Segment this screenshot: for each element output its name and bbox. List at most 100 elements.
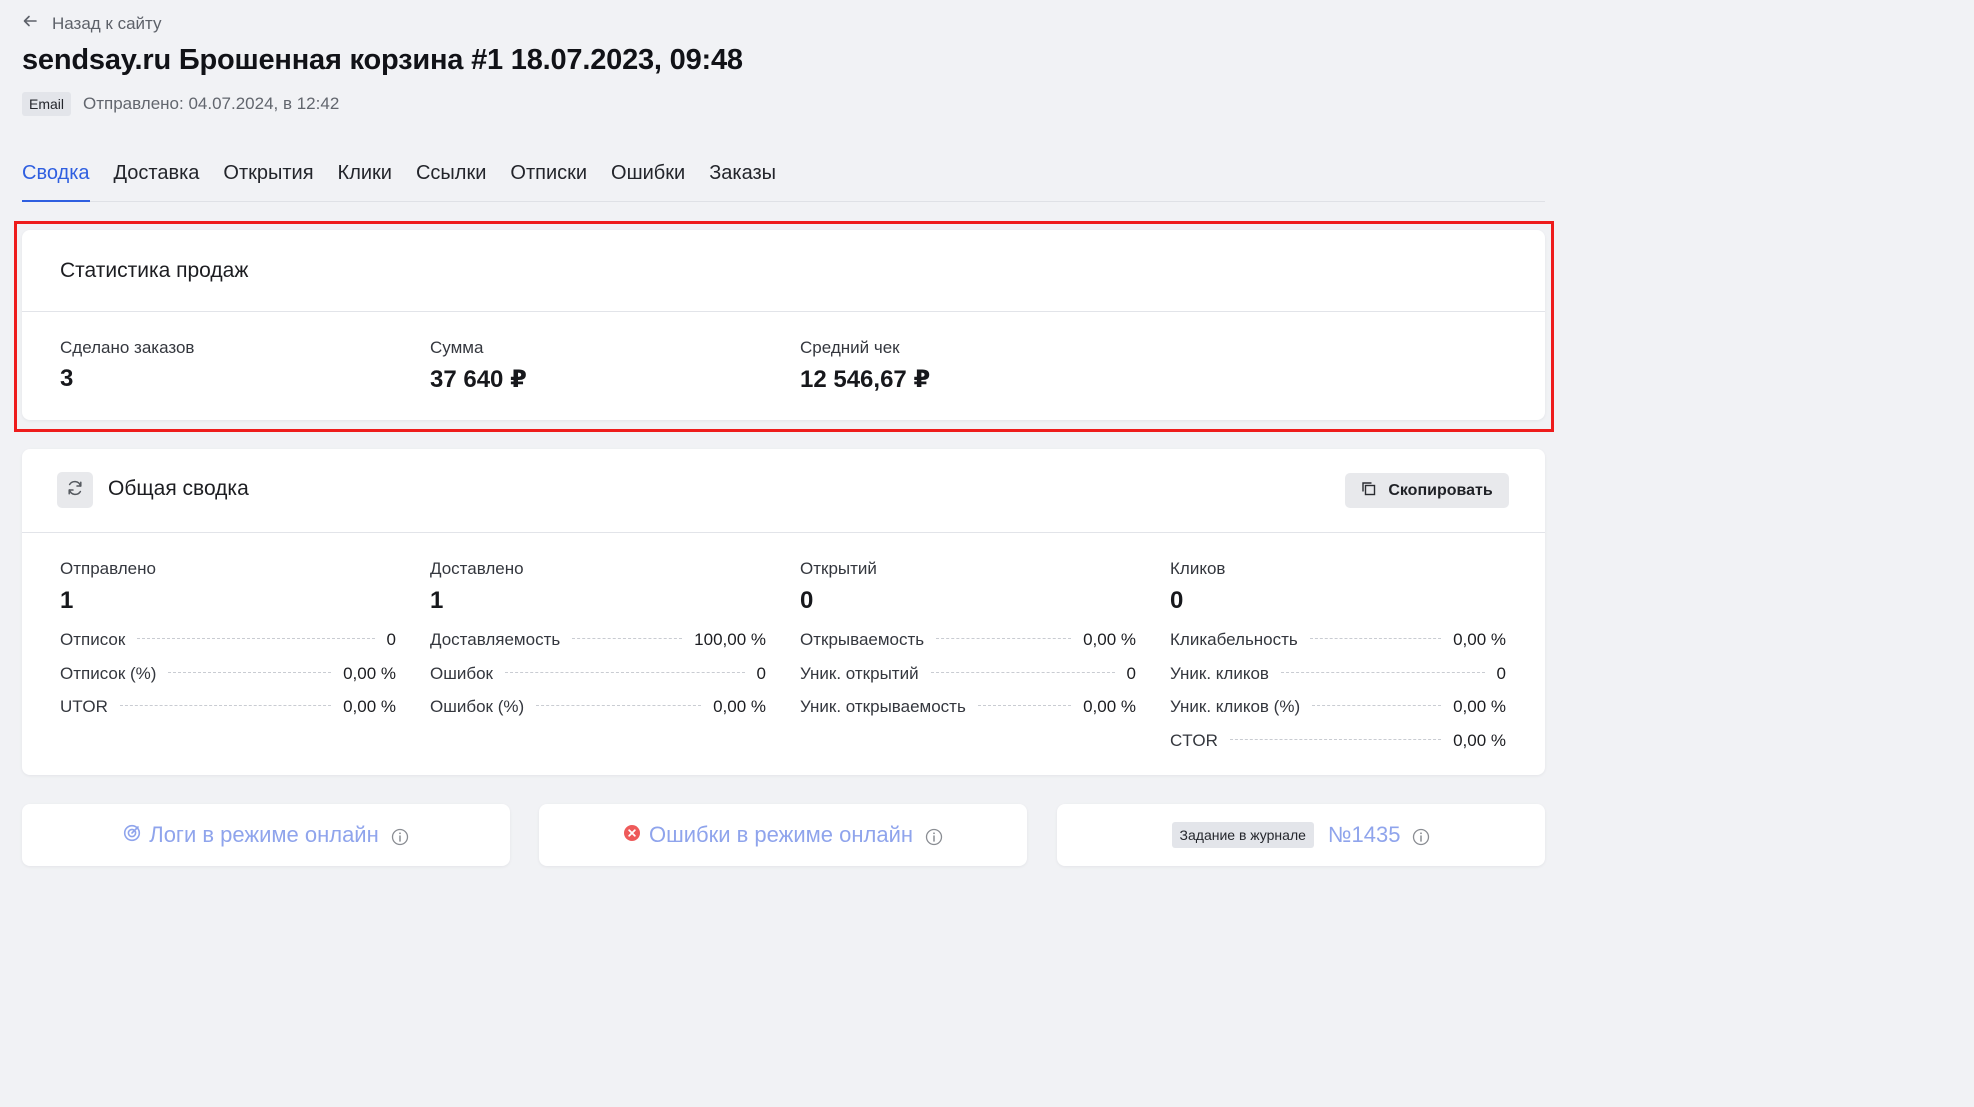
dotted-leader <box>1312 705 1442 706</box>
stat-row: Уник. кликов 0 <box>1170 657 1506 691</box>
stat-row: Отписок 0 <box>60 623 396 657</box>
copy-button[interactable]: Скопировать <box>1345 473 1509 508</box>
stat-head-label: Доставлено <box>430 559 524 578</box>
stat-row-label: Отписок (%) <box>60 663 157 683</box>
dotted-leader <box>119 705 332 706</box>
dotted-leader <box>536 705 702 706</box>
info-icon[interactable] <box>925 826 943 846</box>
stat-head-value: 1 <box>60 587 74 614</box>
stat-row-value: 0,00 % <box>343 697 396 716</box>
stat-row: Доставляемость 100,00 % <box>430 623 766 657</box>
dotted-leader <box>572 638 683 639</box>
stat-row-value: 100,00 % <box>694 630 766 649</box>
tab-bar: Сводка Доставка Открытия Клики Ссылки От… <box>22 159 1545 202</box>
stat-column-clicks: Кликов 0 Кликабельность 0,00 % Уник. клик… <box>1170 559 1506 757</box>
stat-row-value: 0 <box>1126 663 1136 683</box>
online-errors-label: Ошибки в режиме онлайн <box>648 822 914 847</box>
stat-row-value: 0,00 % <box>713 697 766 716</box>
stat-row-value: 0,00 % <box>1083 697 1136 716</box>
copy-icon <box>1361 481 1376 501</box>
stat-column-sent: Отправлено 1 Отписок 0 Отписок (%) 0,00 % … <box>60 559 396 724</box>
dotted-leader <box>977 705 1072 706</box>
dotted-leader <box>137 638 375 639</box>
stat-row: Ошибок (%) 0,00 % <box>430 690 766 724</box>
stat-row: UTOR 0,00 % <box>60 690 396 724</box>
tab-unsubscribes[interactable]: Отписки <box>510 159 587 202</box>
target-icon <box>123 822 141 848</box>
tab-summary[interactable]: Сводка <box>22 159 90 202</box>
back-link[interactable]: Назад к сайту <box>22 13 162 34</box>
dotted-leader <box>1309 638 1442 639</box>
refresh-button[interactable] <box>57 472 93 508</box>
channel-badge: Email <box>22 92 72 116</box>
online-logs-label: Логи в режиме онлайн <box>149 822 379 847</box>
stat-row-value: 0,00 % <box>1453 630 1506 649</box>
stat-row-label: CTOR <box>1170 730 1218 750</box>
stat-row-value: 0,00 % <box>1083 630 1136 649</box>
dotted-leader <box>505 671 745 673</box>
stat-column-delivered: Доставлено 1 Доставляемость 100,00 % Ошиб… <box>430 559 766 724</box>
stat-row-value: 0 <box>1496 663 1506 683</box>
stat-row-label: Кликабельность <box>1170 630 1298 649</box>
stat-row-label: Отписок <box>60 630 126 649</box>
stat-head-value: 0 <box>800 587 814 614</box>
meta-row: Email Отправлено: 04.07.2024, в 12:42 <box>22 92 339 116</box>
summary-card: Общая сводка Скопировать Отправлено 1 От… <box>22 449 1545 775</box>
error-circle-icon <box>623 822 641 848</box>
stat-row: Отписок (%) 0,00 % <box>60 657 396 691</box>
stat-row: Открываемость 0,00 % <box>800 623 1136 657</box>
stat-row: Уник. открытий 0 <box>800 657 1136 691</box>
stat-row-value: 0,00 % <box>343 663 396 683</box>
task-journal-card[interactable]: Задание в журнале №1435 <box>1057 804 1545 866</box>
stat-row: Уник. кликов (%) 0,00 % <box>1170 690 1506 724</box>
summary-title: Общая сводка <box>108 477 249 500</box>
info-icon[interactable] <box>1412 826 1430 846</box>
stat-row: CTOR 0,00 % <box>1170 724 1506 758</box>
online-logs-card[interactable]: Логи в режиме онлайн <box>22 804 510 866</box>
stat-head-label: Кликов <box>1170 559 1226 578</box>
stat-head-value: 1 <box>430 587 444 614</box>
tab-links[interactable]: Ссылки <box>416 159 486 202</box>
arrow-left-icon <box>22 13 38 34</box>
stat-row-label: Открываемость <box>800 630 925 649</box>
sent-info: Отправлено: 04.07.2024, в 12:42 <box>83 94 340 113</box>
stat-row: Ошибок 0 <box>430 657 766 691</box>
dotted-leader <box>1229 738 1442 740</box>
stat-row-label: Уник. кликов (%) <box>1170 697 1301 716</box>
tab-opens[interactable]: Открытия <box>223 159 313 202</box>
stat-column-opens: Открытий 0 Открываемость 0,00 % Уник. отк… <box>800 559 1136 724</box>
info-icon[interactable] <box>391 826 409 846</box>
stat-row: Уник. открываемость 0,00 % <box>800 690 1136 724</box>
stat-head-value: 0 <box>1170 587 1184 614</box>
report-page: Назад к сайту sendsay.ru Брошенная корзи… <box>0 0 1568 879</box>
back-link-label: Назад к сайту <box>52 13 162 33</box>
stat-row-value: 0 <box>756 663 766 683</box>
summary-header: Общая сводка Скопировать <box>22 449 1545 533</box>
task-journal-badge: Задание в журнале <box>1171 822 1314 848</box>
stat-row-value: 0 <box>386 630 396 649</box>
stat-row-label: Уник. открытий <box>800 663 919 683</box>
highlight-frame <box>14 221 1554 432</box>
stat-row-label: Ошибок <box>430 663 493 683</box>
stat-head-label: Открытий <box>800 559 877 578</box>
stat-row-value: 0,00 % <box>1453 730 1506 750</box>
stat-row-label: Уник. кликов <box>1170 663 1269 683</box>
dotted-leader <box>936 638 1072 639</box>
online-errors-card[interactable]: Ошибки в режиме онлайн <box>539 804 1027 866</box>
stat-row: Кликабельность 0,00 % <box>1170 623 1506 657</box>
stat-row-label: Уник. открываемость <box>800 697 966 716</box>
tab-errors[interactable]: Ошибки <box>611 159 685 202</box>
tab-delivery[interactable]: Доставка <box>114 159 200 202</box>
copy-button-label: Скопировать <box>1388 481 1493 499</box>
tab-orders[interactable]: Заказы <box>709 159 776 202</box>
task-number-link[interactable]: №1435 <box>1328 822 1401 848</box>
stat-row-label: Доставляемость <box>430 630 561 649</box>
dotted-leader <box>168 671 332 673</box>
page-title: sendsay.ru Брошенная корзина #1 18.07.20… <box>22 44 743 76</box>
stat-row-value: 0,00 % <box>1453 697 1506 716</box>
stat-row-label: UTOR <box>60 697 108 716</box>
tab-clicks[interactable]: Клики <box>338 159 392 202</box>
stat-row-label: Ошибок (%) <box>430 697 525 716</box>
stat-head-label: Отправлено <box>60 559 156 578</box>
refresh-icon <box>66 479 84 502</box>
